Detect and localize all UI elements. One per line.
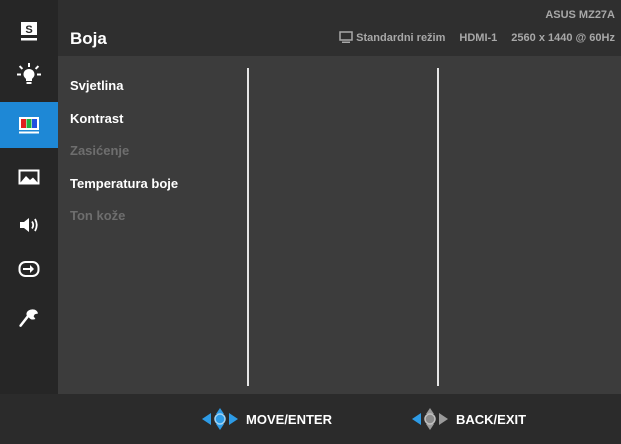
system-setup-icon	[19, 309, 38, 327]
joystick-all-directions-icon	[202, 408, 238, 430]
monitor-icon	[339, 31, 353, 43]
sidebar-item-input-select[interactable]	[0, 246, 58, 292]
mode-label: Standardni režim	[356, 31, 446, 44]
page-title: Boja	[70, 29, 107, 48]
back-exit-hint: BACK/EXIT	[410, 407, 526, 431]
menu-item-contrast[interactable]: Kontrast	[70, 111, 178, 144]
back-exit-label: BACK/EXIT	[456, 411, 527, 427]
model-name: ASUS MZ27A	[545, 9, 615, 21]
sidebar-item-brightness[interactable]	[0, 52, 58, 98]
sidebar-item-image[interactable]	[0, 154, 58, 200]
footer: MOVE/ENTER BACK/EXIT	[0, 394, 621, 444]
header: Boja ASUS MZ27A Standardni režim HDMI-1 …	[58, 0, 621, 56]
menu-item-brightness[interactable]: Svjetlina	[70, 78, 178, 111]
sidebar-item-system-setup[interactable]	[0, 296, 58, 342]
sidebar-item-sound[interactable]	[0, 202, 58, 248]
menu-item-color-temperature[interactable]: Temperatura boje	[70, 176, 178, 209]
menu-item-saturation: Zasićenje	[70, 143, 130, 158]
main-panel: Boja ASUS MZ27A Standardni režim HDMI-1 …	[58, 0, 621, 394]
move-enter-hint: MOVE/ENTER	[200, 407, 332, 431]
sidebar-item-color[interactable]	[0, 102, 58, 148]
splendid-icon: S	[21, 22, 37, 41]
input-select-icon	[18, 261, 40, 277]
osd-window: S Boja ASUS MZ27A Standardni režim HDMI-…	[0, 0, 621, 444]
sound-icon	[20, 218, 38, 232]
image-icon	[18, 169, 40, 185]
column-divider-left	[247, 68, 249, 386]
color-icon	[19, 117, 39, 134]
menu-list: Svjetlina Kontrast Zasićenje Temperatura…	[70, 78, 178, 241]
input-label: HDMI-1	[459, 31, 498, 44]
menu-item-skin-tone: Ton kože	[70, 208, 126, 223]
status-bar: Standardni režim HDMI-1 2560 x 1440 @ 60…	[339, 31, 615, 44]
move-enter-label: MOVE/ENTER	[246, 411, 332, 427]
sidebar: S	[0, 0, 58, 394]
joystick-left-icon	[412, 408, 448, 430]
sidebar-item-splendid[interactable]: S	[0, 8, 58, 54]
splendid-icon-letter: S	[25, 24, 32, 36]
brightness-icon	[17, 63, 41, 84]
resolution-label: 2560 x 1440 @ 60Hz	[511, 31, 615, 44]
column-divider-right	[437, 68, 439, 386]
